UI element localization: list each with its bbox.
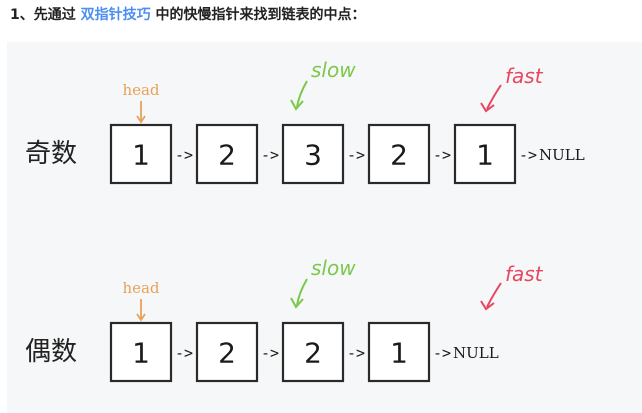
list-node-value: 2	[218, 139, 236, 172]
linked-list-diagram: 奇数 1 -> 2 -> 3 -> 2 -> 1 -> NULL head slow fast 偶数 1 -> 2-…	[7, 42, 642, 413]
next-arrow: ->	[175, 146, 193, 164]
row-label-even: 偶数	[25, 337, 77, 367]
head-pointer-label: head	[122, 279, 159, 297]
next-arrow: ->	[261, 344, 279, 362]
next-arrow: ->	[175, 344, 193, 362]
next-arrow: ->	[347, 146, 365, 164]
list-node-value: 1	[476, 139, 494, 172]
heading-suffix: 中的快慢指针来找到链表的中点：	[150, 7, 366, 23]
list-node-value: 2	[390, 139, 408, 172]
diagram-canvas: 奇数 1 -> 2 -> 3 -> 2 -> 1 -> NULLheadslow fast偶数 1 -> 2-…	[25, 58, 585, 383]
next-arrow: ->	[347, 344, 365, 362]
null-terminal: NULL	[539, 146, 585, 164]
next-arrow: ->	[261, 146, 279, 164]
next-arrow: ->	[519, 146, 537, 164]
slow-pointer-label: slow	[311, 256, 356, 280]
list-node-value: 3	[304, 139, 322, 172]
list-node-value: 2	[218, 337, 236, 370]
list-node-value: 1	[132, 139, 150, 172]
next-arrow: ->	[433, 146, 451, 164]
list-node-value: 1	[390, 337, 408, 370]
two-pointer-technique-link[interactable]: 双指针技巧	[81, 7, 151, 23]
row-label-odd: 奇数	[25, 139, 77, 169]
head-pointer-label: head	[122, 81, 159, 99]
list-node-value: 2	[304, 337, 322, 370]
fast-pointer-label: fast	[505, 64, 544, 88]
null-terminal: NULL	[453, 344, 499, 362]
list-node-value: 1	[132, 337, 150, 370]
heading-prefix: 1、先通过	[10, 7, 81, 23]
slow-pointer-label: slow	[311, 58, 356, 82]
fast-pointer-label: fast	[505, 262, 544, 286]
section-heading: 1、先通过 双指针技巧 中的快慢指针来找到链表的中点：	[10, 0, 366, 30]
next-arrow: ->	[433, 344, 451, 362]
